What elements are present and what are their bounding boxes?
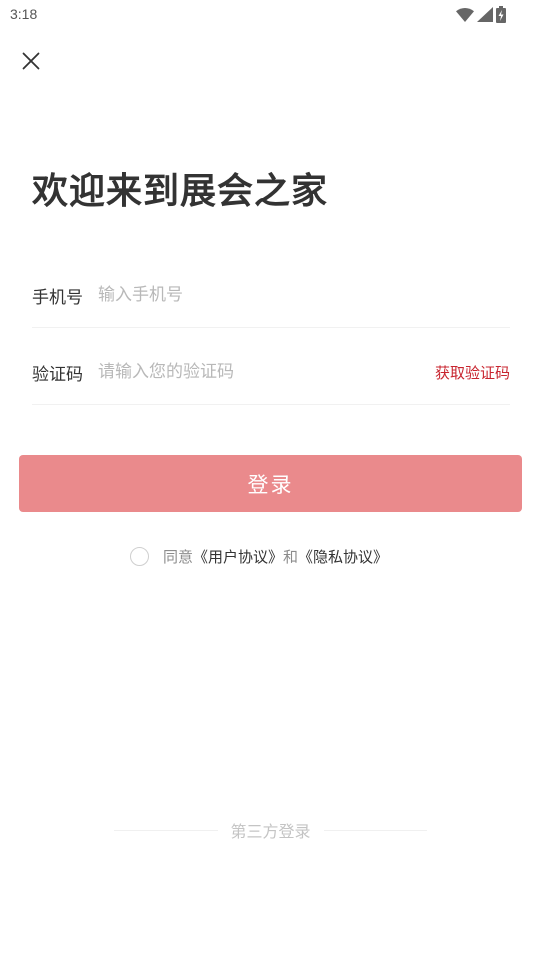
close-icon (22, 52, 40, 74)
verification-code-input[interactable] (98, 362, 435, 382)
agreement-prefix: 同意 (163, 547, 194, 566)
verification-code-label: 验证码 (32, 364, 83, 385)
phone-row: 手机号 (32, 263, 510, 328)
get-code-button[interactable]: 获取验证码 (435, 362, 510, 383)
third-party-login-label: 第三方登录 (230, 822, 311, 841)
phone-input[interactable] (98, 285, 510, 305)
divider-right (323, 829, 428, 831)
welcome-title: 欢迎来到展会之家 (32, 171, 329, 212)
status-icons (456, 6, 506, 23)
agreement-checkbox[interactable] (130, 546, 149, 566)
status-time: 3:18 (10, 6, 38, 22)
agreement-row: 同意 《用户协议》 和 《隐私协议》 (130, 544, 388, 568)
user-agreement-link[interactable]: 《用户协议》 (193, 546, 283, 567)
phone-label: 手机号 (32, 287, 83, 308)
wifi-icon (456, 7, 474, 22)
status-bar: 3:18 (0, 0, 540, 32)
close-button[interactable] (16, 48, 46, 78)
privacy-policy-link[interactable]: 《隐私协议》 (298, 546, 388, 567)
cellular-signal-icon (477, 7, 493, 22)
login-button[interactable]: 登录 (19, 455, 522, 512)
battery-charging-icon (496, 6, 506, 23)
verification-code-row: 验证码 获取验证码 (32, 340, 510, 405)
agreement-conjunction: 和 (283, 547, 299, 566)
divider-left (114, 829, 218, 831)
third-party-login: 第三方登录 (114, 818, 428, 842)
